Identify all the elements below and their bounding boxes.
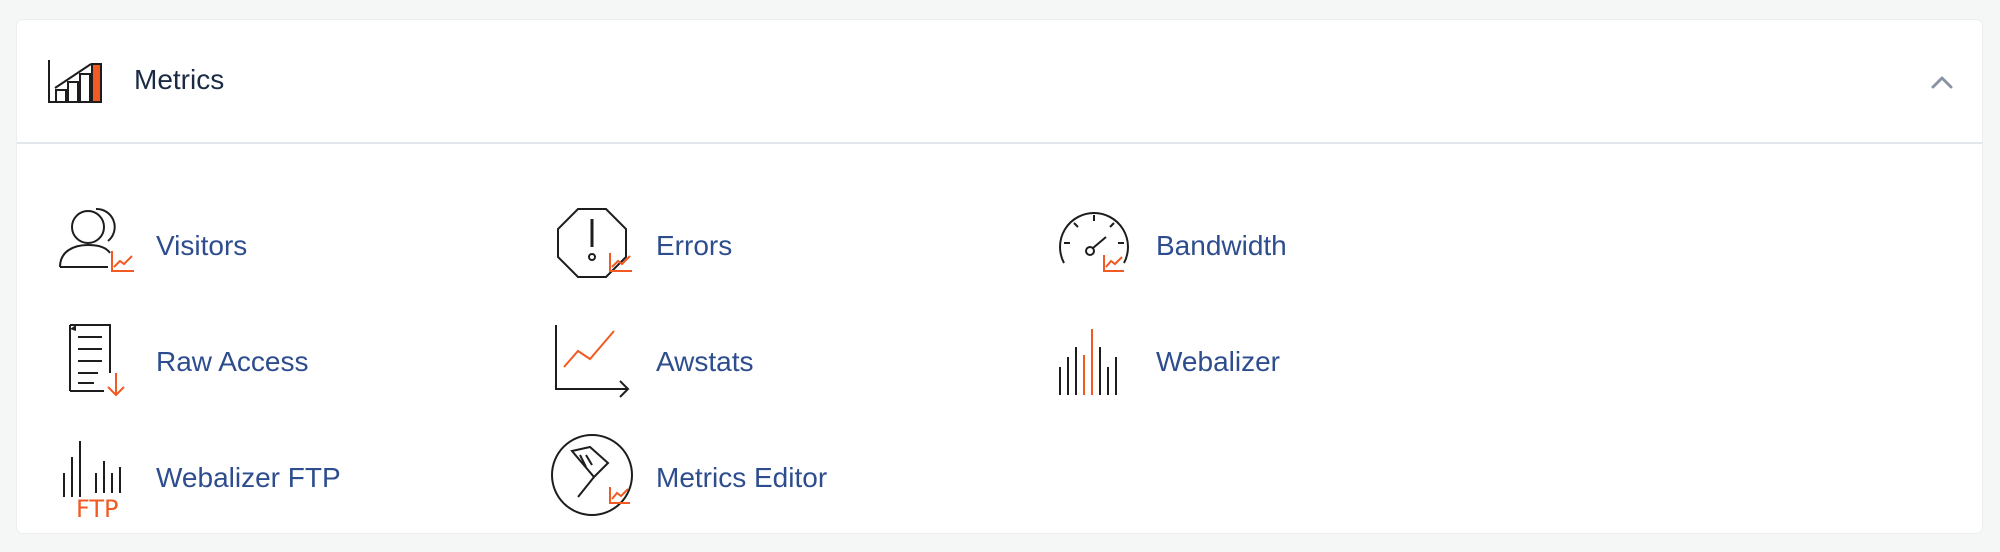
- webalizer-ftp-icon: FTP: [63, 441, 121, 523]
- webalizer-ftp-label: Webalizer FTP: [156, 462, 341, 493]
- bandwidth-link[interactable]: Bandwidth: [1050, 201, 1510, 291]
- webalizer-ftp-link[interactable]: FTP Webalizer FTP: [50, 433, 510, 523]
- metrics-editor-pen-icon: [551, 434, 633, 516]
- ftp-text: FTP: [76, 495, 119, 523]
- errors-label: Errors: [656, 230, 733, 261]
- raw-access-label: Raw Access: [156, 346, 309, 377]
- chevron-up-icon[interactable]: [1924, 64, 1960, 100]
- awstats-graph-icon: [555, 325, 630, 398]
- visitors-icon: [59, 207, 134, 272]
- awstats-label: Awstats: [656, 346, 754, 377]
- metrics-editor-link[interactable]: Metrics Editor: [550, 433, 1010, 523]
- raw-access-link[interactable]: Raw Access: [50, 317, 510, 407]
- errors-icon: [557, 208, 632, 278]
- bandwidth-gauge-icon: [1059, 212, 1129, 272]
- panel-title: Metrics: [134, 64, 225, 95]
- errors-link[interactable]: Errors: [550, 201, 1010, 291]
- awstats-link[interactable]: Awstats: [550, 317, 1010, 407]
- metrics-editor-label: Metrics Editor: [656, 462, 828, 493]
- webalizer-link[interactable]: Webalizer: [1050, 317, 1510, 407]
- webalizer-label: Webalizer: [1156, 346, 1280, 377]
- metrics-bar-chart-icon: [48, 60, 102, 103]
- raw-access-log-icon: [69, 324, 125, 397]
- panel-header[interactable]: Metrics: [17, 20, 1982, 144]
- visitors-link[interactable]: Visitors: [50, 201, 510, 291]
- metrics-panel: Metrics Visitors Errors Bandwidth Raw Ac…: [17, 20, 1982, 533]
- visitors-label: Visitors: [156, 230, 248, 261]
- bandwidth-label: Bandwidth: [1156, 230, 1287, 261]
- webalizer-bars-icon: [1059, 329, 1117, 395]
